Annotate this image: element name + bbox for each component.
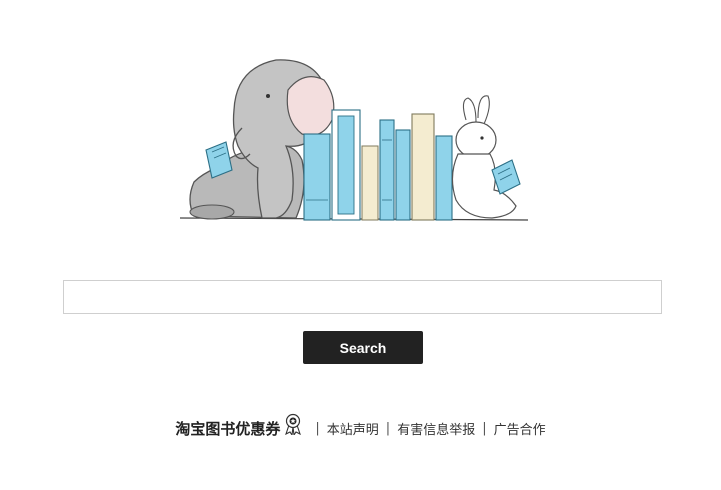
- rabbit-icon: [451, 95, 521, 219]
- search-button[interactable]: Search: [303, 331, 423, 364]
- footer-separator: |: [482, 420, 487, 436]
- footer-links: 淘宝图书优惠券 | 本站声明 | 有害信息举报 | 广告合作: [0, 413, 721, 443]
- award-ribbon-icon: [285, 413, 302, 435]
- search-input[interactable]: [63, 280, 662, 314]
- footer-separator: |: [315, 420, 320, 436]
- hero-illustration: [179, 59, 529, 221]
- footer-separator: |: [385, 420, 391, 436]
- footer-link-advertising[interactable]: 广告合作: [494, 419, 546, 438]
- footer-link-statement[interactable]: 本站声明: [327, 419, 379, 438]
- footer-link-report[interactable]: 有害信息举报: [397, 419, 475, 438]
- brand-link[interactable]: 淘宝图书优惠券: [175, 418, 280, 439]
